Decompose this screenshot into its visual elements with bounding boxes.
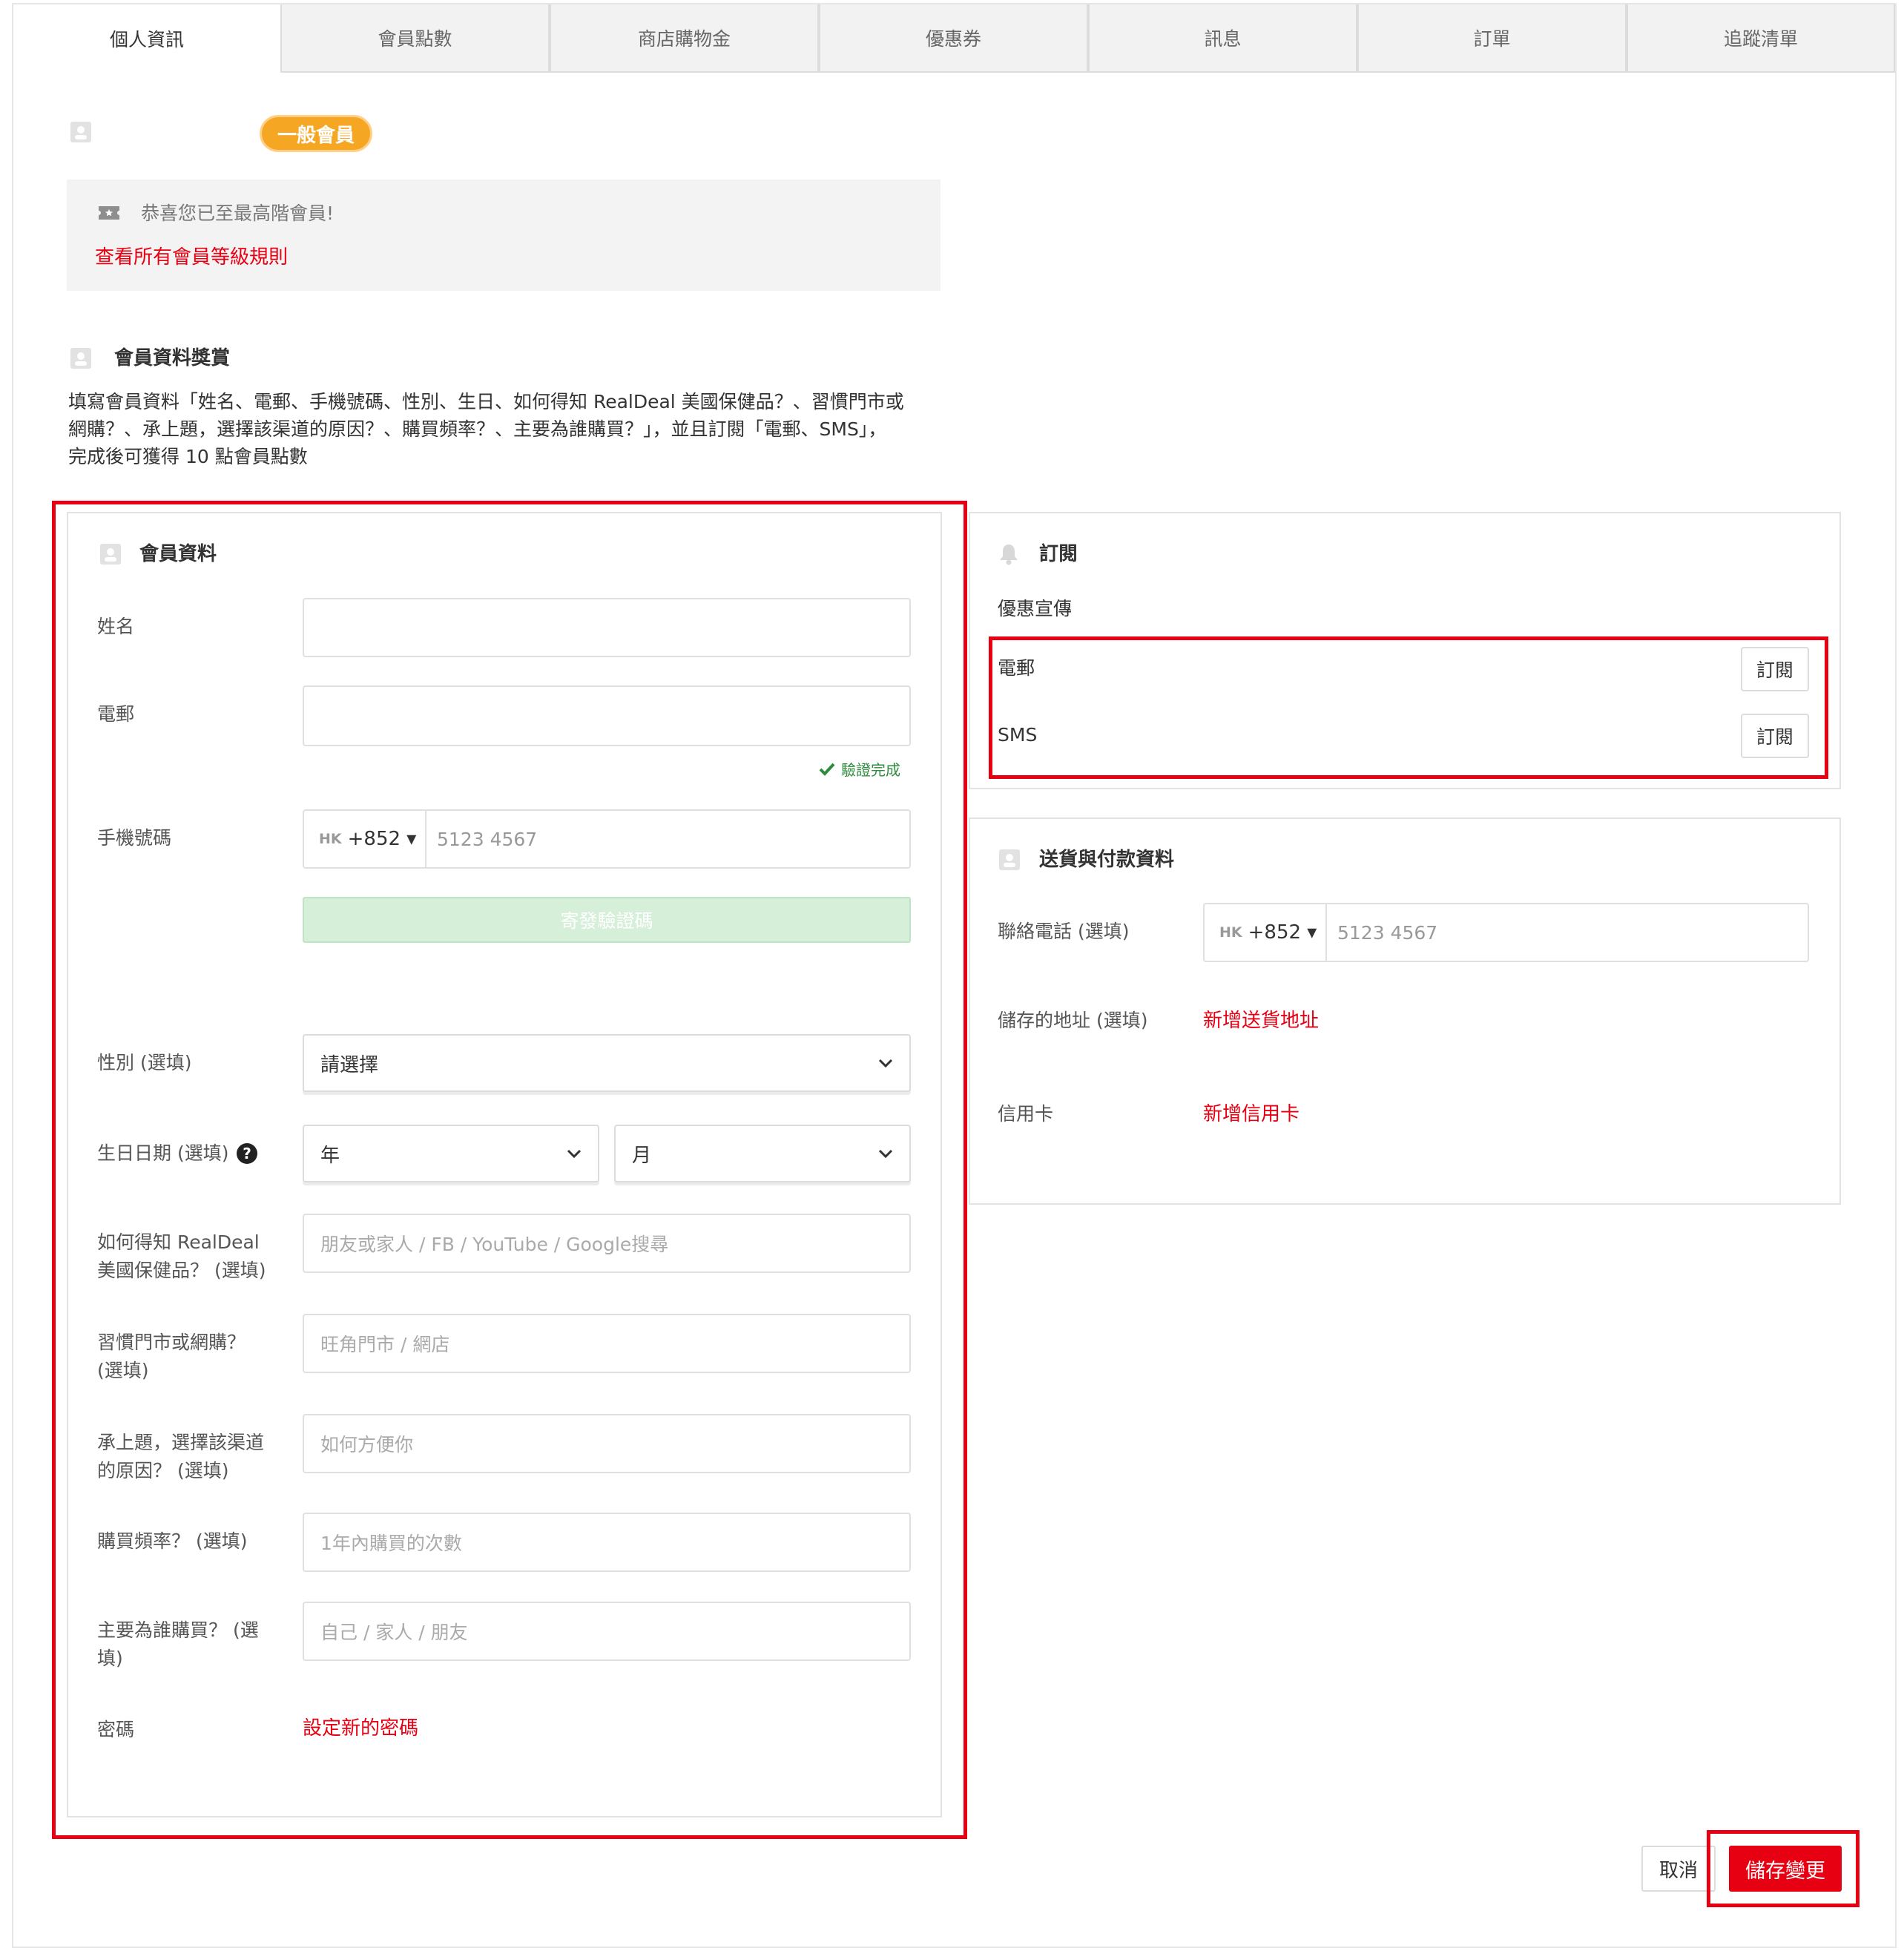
save-button[interactable]: 儲存變更 [1729,1846,1842,1892]
birthday-label: 生日日期 (選填) [97,1142,229,1164]
for-whom-label: 主要為誰購買？ (選 填) [97,1616,259,1673]
birth-year-select[interactable]: 年 [303,1125,599,1182]
channel-label: 習慣門市或網購？ (選填) [97,1329,246,1385]
tab-member-points[interactable]: 會員點數 [280,4,550,73]
email-verified: 驗證完成 [819,758,900,780]
add-credit-card-link[interactable]: 新增信用卡 [1203,1100,1299,1128]
tab-wishlist[interactable]: 追蹤清單 [1627,4,1895,73]
birthday-label-row: 生日日期 (選填) ? [97,1139,258,1168]
gender-label: 性別 (選填) [97,1052,192,1073]
reward-title: 會員資料獎賞 [114,347,231,369]
name-input[interactable] [303,598,911,657]
mobile-input[interactable]: 5123 4567 [426,811,537,867]
svg-text:?: ? [243,1145,252,1162]
frequency-label: 購買頻率？ (選填) [97,1530,248,1552]
profile-title: 會員資料 [139,543,217,565]
profile-icon [99,543,122,565]
tab-personal-info[interactable]: 個人資訊 [13,4,280,73]
cancel-button[interactable]: 取消 [1641,1846,1716,1892]
chevron-down-icon [878,1059,893,1068]
gender-value: 請選擇 [320,1053,379,1076]
send-code-button[interactable]: 寄發驗證碼 [303,897,911,943]
subscribe-sms-label: SMS [998,724,1038,746]
country-code-select[interactable]: HK +852 ▾ [304,811,426,867]
mobile-field: HK +852 ▾ 5123 4567 [303,809,911,869]
contact-phone-input[interactable]: 5123 4567 [1327,904,1437,961]
country-code: +852 ▾ [1248,921,1317,944]
reason-label: 承上題，選擇該渠道 的原因？ (選填) [97,1429,264,1485]
member-tier-badge: 一般會員 [260,115,372,152]
month-value: 月 [632,1144,652,1167]
tier-rules-link[interactable]: 查看所有會員等級規則 [95,244,288,271]
frequency-input[interactable]: 1年內購買的次數 [303,1513,911,1572]
mobile-label: 手機號碼 [97,827,172,849]
reward-description: 填寫會員資料「姓名、電郵、手機號碼、性別、生日、如何得知 RealDeal 美國… [68,388,904,470]
help-icon[interactable]: ? [236,1142,258,1165]
gender-select[interactable]: 請選擇 [303,1034,911,1092]
name-label: 姓名 [97,616,135,637]
subscription-title: 訂閱 [1039,543,1078,565]
subscription-highlight-box [989,636,1828,779]
source-input[interactable]: 朋友或家人 / FB / YouTube / Google搜尋 [303,1214,911,1273]
subscribe-email-button[interactable]: 訂閱 [1741,647,1809,691]
contact-phone-field: HK +852 ▾ 5123 4567 [1203,903,1809,962]
delivery-icon [998,849,1021,871]
saved-address-label: 儲存的地址 (選填) [998,1010,1148,1031]
member-card-icon [70,121,92,143]
ticket-icon [98,204,120,222]
email-input[interactable] [303,685,911,746]
reward-line-1: 填寫會員資料「姓名、電郵、手機號碼、性別、生日、如何得知 RealDeal 美國… [68,391,904,412]
tab-coupons[interactable]: 優惠券 [819,4,1088,73]
source-label-line-1: 如何得知 RealDeal [97,1231,260,1253]
birth-month-select[interactable]: 月 [614,1125,911,1182]
reason-label-line-2: 的原因？ (選填) [97,1460,229,1481]
year-value: 年 [320,1144,340,1167]
bell-icon [998,543,1019,565]
country-code-select[interactable]: HK +852 ▾ [1205,904,1327,961]
channel-label-line-1: 習慣門市或網購？ [97,1332,246,1353]
chevron-down-icon [567,1149,582,1159]
country-code: +852 ▾ [347,828,417,850]
add-address-link[interactable]: 新增送貨地址 [1203,1007,1319,1035]
member-tier-box [67,180,941,291]
for-whom-input[interactable]: 自己 / 家人 / 朋友 [303,1602,911,1661]
tier-message: 恭喜您已至最高階會員! [141,203,335,224]
channel-label-line-2: (選填) [97,1360,149,1381]
subscribe-email-label: 電郵 [998,657,1035,679]
subscribe-sms-button[interactable]: 訂閱 [1741,714,1809,758]
country-iso: HK [319,831,342,847]
contact-phone-label: 聯絡電話 (選填) [998,921,1130,942]
delivery-title: 送貨與付款資料 [1039,849,1175,871]
promotion-subtitle: 優惠宣傳 [998,598,1073,619]
tab-store-credit[interactable]: 商店購物金 [550,4,819,73]
source-label: 如何得知 RealDeal 美國保健品？ (選填) [97,1228,266,1285]
chevron-down-icon [878,1149,893,1159]
reason-label-line-1: 承上題，選擇該渠道 [97,1432,265,1453]
tab-orders[interactable]: 訂單 [1357,4,1627,73]
for-whom-label-line-1: 主要為誰購買？ (選 [97,1619,259,1641]
email-label: 電郵 [97,703,135,725]
set-password-link[interactable]: 設定新的密碼 [303,1714,418,1743]
for-whom-label-line-2: 填) [97,1648,123,1669]
credit-card-label: 信用卡 [998,1103,1054,1125]
reward-icon [70,347,92,369]
check-icon [819,763,835,776]
password-label: 密碼 [97,1719,135,1740]
channel-input[interactable]: 旺角門市 / 網店 [303,1314,911,1373]
reward-line-2: 網購？、承上題，選擇該渠道的原因？、購買頻率？、主要為誰購買？」，並且訂閱「電郵… [68,418,887,440]
country-iso: HK [1219,924,1242,941]
reason-input[interactable]: 如何方便你 [303,1414,911,1473]
source-label-line-2: 美國保健品？ (選填) [97,1260,266,1281]
tab-messages[interactable]: 訊息 [1088,4,1357,73]
reward-line-3: 完成後可獲得 10 點會員點數 [68,446,308,467]
verified-text: 驗證完成 [841,761,900,779]
